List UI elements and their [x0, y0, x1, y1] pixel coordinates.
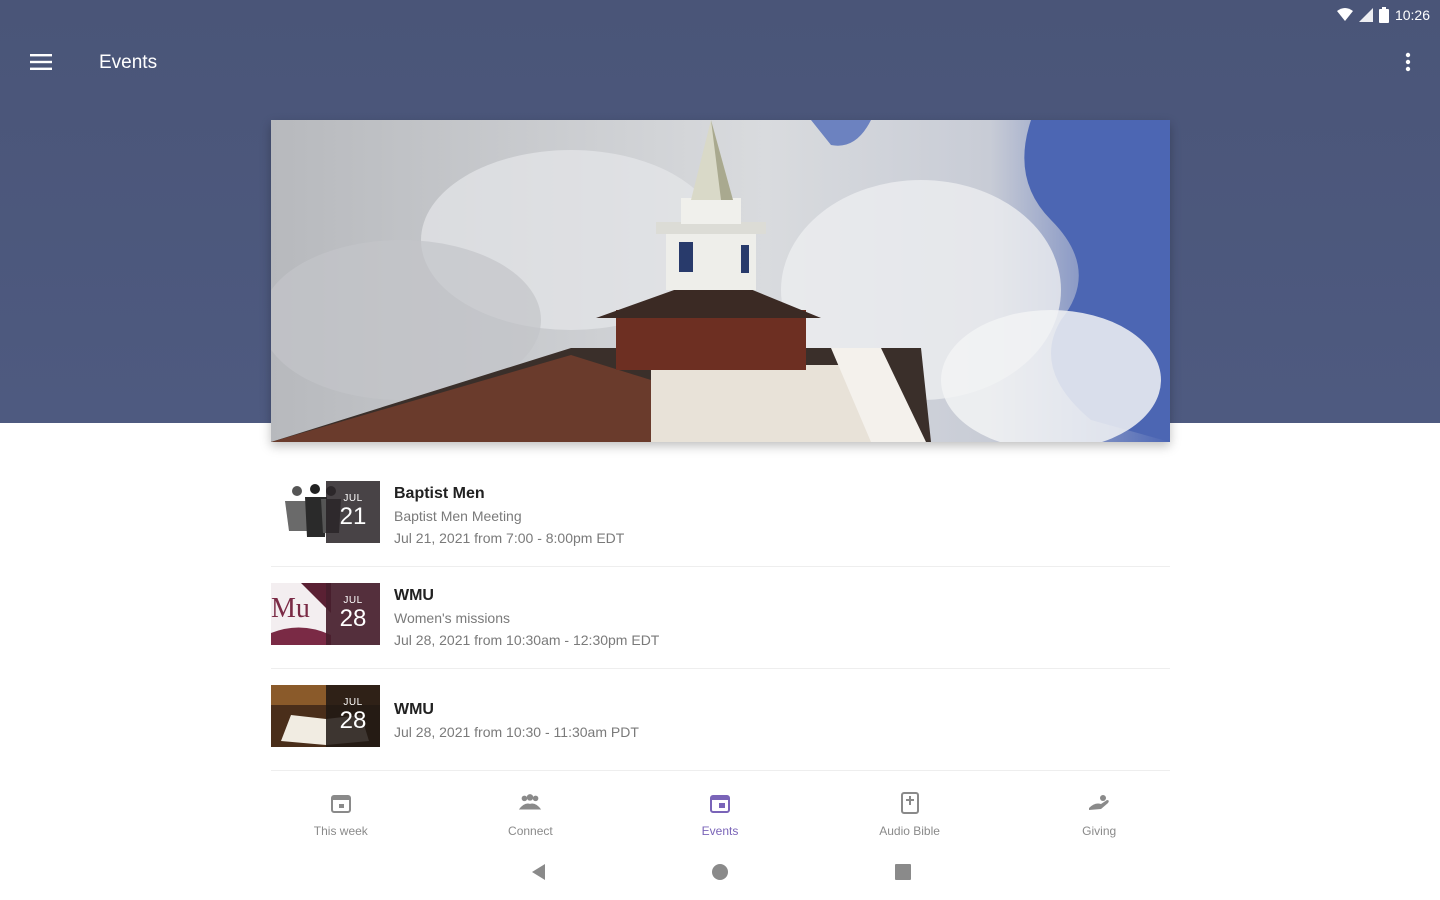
event-details: Baptist Men Baptist Men Meeting Jul 21, … — [394, 484, 624, 548]
calendar-event-icon — [707, 790, 733, 816]
nav-events[interactable]: Events — [625, 790, 815, 846]
event-details: WMU Jul 28, 2021 from 10:30 - 11:30am PD… — [394, 700, 639, 742]
event-thumbnail: JUL 21 — [271, 481, 380, 543]
event-title: WMU — [394, 587, 434, 604]
event-thumbnail: Mu JUL 28 — [271, 583, 380, 645]
event-thumbnail: JUL 28 — [271, 685, 380, 747]
event-description: Baptist Men Meeting — [394, 508, 522, 524]
wifi-icon — [1336, 8, 1353, 22]
wmu-logo-text: Mu — [271, 593, 310, 624]
recents-square-icon — [894, 863, 912, 886]
system-back-button[interactable] — [526, 862, 550, 886]
bible-icon — [897, 790, 923, 816]
event-date-badge: JUL 28 — [326, 583, 380, 645]
hamburger-menu-icon — [30, 53, 52, 75]
nav-giving[interactable]: Giving — [1004, 790, 1194, 846]
hero-church-image — [271, 120, 1170, 442]
system-recents-button[interactable] — [891, 862, 915, 886]
app-bar: Events — [0, 36, 1440, 92]
status-time: 10:26 — [1394, 7, 1430, 23]
event-list: JUL 21 Baptist Men Baptist Men Meeting J… — [271, 465, 1170, 771]
event-date-badge: JUL 28 — [326, 685, 380, 747]
calendar-icon — [328, 790, 354, 816]
more-vert-icon — [1405, 52, 1411, 77]
back-triangle-icon — [530, 863, 546, 886]
event-item[interactable]: Mu JUL 28 WMU Women's missions Jul 28, 2… — [271, 567, 1170, 669]
page-title: Events — [99, 52, 158, 73]
menu-button[interactable] — [22, 46, 60, 82]
battery-icon — [1378, 7, 1389, 23]
event-description: Women's missions — [394, 610, 510, 626]
app-root: 10:26 Events JUL 21 Baptist Men Baptist … — [0, 0, 1440, 900]
event-datetime: Jul 28, 2021 from 10:30 - 11:30am PDT — [394, 724, 639, 740]
bottom-navigation: This week Connect Events Audio Bible Giv… — [246, 790, 1194, 846]
giving-hand-icon — [1086, 790, 1112, 816]
event-datetime: Jul 21, 2021 from 7:00 - 8:00pm EDT — [394, 530, 625, 546]
event-title: WMU — [394, 701, 434, 718]
event-datetime: Jul 28, 2021 from 10:30am - 12:30pm EDT — [394, 632, 660, 648]
event-title: Baptist Men — [394, 485, 485, 502]
system-home-button[interactable] — [708, 862, 732, 886]
people-icon — [517, 790, 543, 816]
overflow-menu-button[interactable] — [1394, 46, 1422, 82]
event-date-badge: JUL 21 — [326, 481, 380, 543]
cell-signal-icon — [1358, 8, 1373, 22]
event-item[interactable]: JUL 21 Baptist Men Baptist Men Meeting J… — [271, 465, 1170, 567]
event-item[interactable]: JUL 28 WMU Jul 28, 2021 from 10:30 - 11:… — [271, 669, 1170, 771]
status-bar: 10:26 — [1336, 0, 1440, 30]
nav-connect[interactable]: Connect — [436, 790, 626, 846]
system-navigation-bar — [0, 858, 1440, 890]
event-details: WMU Women's missions Jul 28, 2021 from 1… — [394, 586, 659, 650]
nav-audio-bible[interactable]: Audio Bible — [815, 790, 1005, 846]
nav-this-week[interactable]: This week — [246, 790, 436, 846]
home-circle-icon — [711, 863, 729, 886]
